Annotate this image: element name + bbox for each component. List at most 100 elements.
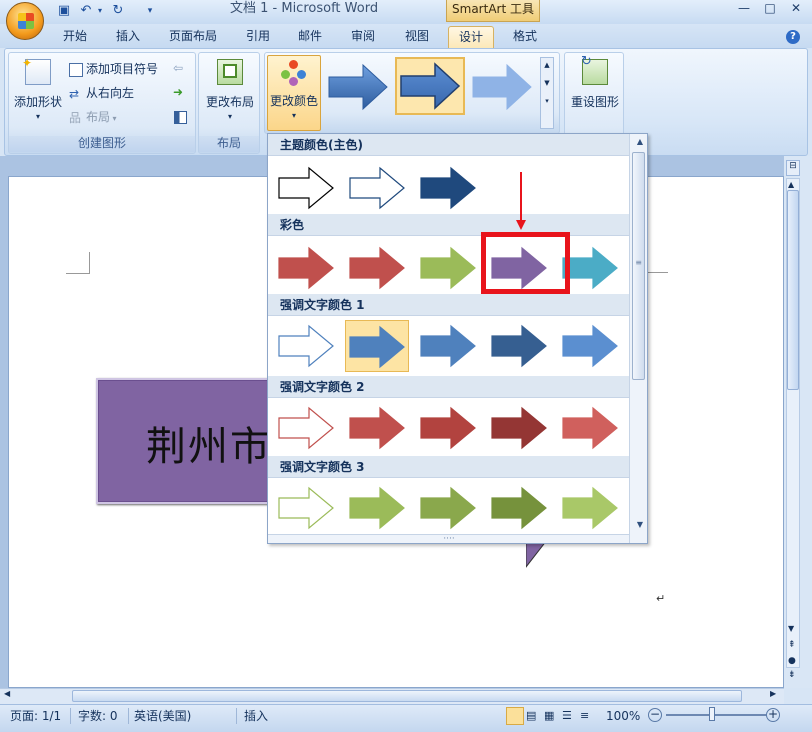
zoom-out-icon[interactable]: − [648,708,662,722]
arrow-icon [562,406,618,450]
status-language[interactable]: 英语(美国) [134,708,191,724]
scroll-up-icon[interactable]: ▲ [788,180,794,189]
promote-icon[interactable]: ⇦ [173,61,187,75]
tab-page-layout[interactable]: 页面布局 [162,26,224,48]
change-layout-button[interactable]: 更改布局 ▾ [201,59,259,121]
color-option-arrow[interactable] [274,402,338,454]
chevron-down-icon: ▾ [227,112,232,121]
more-styles-icon[interactable]: ▾ [541,97,553,105]
change-layout-label: 更改布局 [205,95,254,109]
right-to-left-label: 从右向左 [86,86,135,100]
layout-dropdown-button[interactable]: 品布局 ▾ [69,107,117,127]
change-colors-button[interactable]: 更改颜色 ▾ [267,55,321,131]
style-thumbnail-1[interactable] [325,59,393,115]
full-screen-reading-icon[interactable]: ▤ [526,709,536,722]
next-page-icon[interactable]: ⇟ [788,670,796,680]
color-option-arrow[interactable] [558,402,622,454]
text-pane-icon[interactable] [174,111,187,124]
color-option-arrow[interactable] [416,482,480,534]
smartart-text[interactable]: 荆州市 [146,414,272,472]
scroll-left-icon[interactable]: ◀ [4,689,10,698]
draft-view-icon[interactable]: ≡ [580,709,589,722]
right-to-left-button[interactable]: ⇄ 从右向左 [69,83,134,103]
color-option-arrow[interactable] [274,162,338,214]
chevron-down-icon[interactable]: ▼ [541,79,553,87]
previous-page-icon[interactable]: ⇞ [788,640,796,650]
color-option-arrow[interactable] [345,242,409,294]
web-layout-icon[interactable]: ▦ [544,709,554,722]
reset-graphic-button[interactable]: ↻ 重设图形 [567,54,623,110]
scroll-down-icon[interactable]: ▼ [788,624,794,633]
select-browse-object-icon[interactable]: ● [788,656,796,666]
color-option-arrow[interactable] [558,320,622,372]
chevron-down-icon: ▾ [110,114,117,123]
print-layout-view-icon[interactable] [506,707,524,725]
tab-insert[interactable]: 插入 [110,26,146,48]
ruler-toggle-icon[interactable]: ⊟ [786,160,800,176]
demote-icon[interactable]: ➜ [173,85,187,99]
color-option-arrow[interactable] [345,320,409,372]
close-button[interactable]: ✕ [784,0,808,18]
tab-home[interactable]: 开始 [56,26,94,48]
zoom-slider-thumb[interactable] [709,707,715,721]
color-option-arrow[interactable] [416,162,480,214]
zoom-level[interactable]: 100% [606,708,640,724]
swap-arrows-icon: ⇄ [69,86,80,101]
color-option-arrow[interactable] [274,482,338,534]
tab-design[interactable]: 设计 [448,26,494,48]
style-thumbnail-2-selected[interactable] [395,57,465,115]
outline-view-icon[interactable]: ☰ [562,709,572,722]
color-option-arrow[interactable] [345,162,409,214]
styles-scroll[interactable]: ▲ ▼ ▾ [540,57,554,129]
maximize-button[interactable]: □ [758,0,782,18]
section-header-accent-3: 强调文字颜色 3 [268,456,630,478]
zoom-slider-track[interactable] [666,714,766,716]
add-bullet-button[interactable]: 添加项目符号 [69,59,158,79]
color-option-arrow[interactable] [274,242,338,294]
gallery-scroll-up-icon[interactable]: ▲ [637,137,643,146]
redo-icon[interactable]: ↻ [110,3,126,19]
color-option-arrow[interactable] [487,402,551,454]
tab-view[interactable]: 视图 [398,26,436,48]
office-button[interactable] [6,2,44,40]
color-option-arrow[interactable] [558,482,622,534]
color-option-arrow[interactable] [416,402,480,454]
color-option-arrow[interactable] [487,482,551,534]
gallery-resize-grip[interactable]: ···· [268,534,630,543]
arrow-icon [420,166,476,210]
minimize-button[interactable]: — [732,0,756,18]
tab-review[interactable]: 审阅 [344,26,382,48]
annotation-highlight-box [481,232,570,294]
style-thumbnail-3[interactable] [469,59,537,115]
layout-group: 更改布局 ▾ 布局 [198,52,260,154]
customize-qat-icon[interactable]: ▾ [142,3,158,19]
undo-dropdown-icon[interactable]: ▾ [92,3,108,19]
color-option-arrow[interactable] [487,320,551,372]
status-page[interactable]: 页面: 1/1 [10,708,61,724]
chevron-up-icon[interactable]: ▲ [541,61,553,69]
color-option-arrow[interactable] [274,320,338,372]
zoom-in-icon[interactable]: + [766,708,780,722]
create-graphic-group: ✦ 添加形状 ▾ 添加项目符号 ⇄ 从右向左 品布局 ▾ ⇦ ➜ 创建图形 [8,52,196,154]
color-option-arrow[interactable] [416,242,480,294]
vertical-scroll-thumb[interactable] [787,190,799,390]
add-shape-button[interactable]: ✦ 添加形状 ▾ [11,56,65,121]
help-icon[interactable]: ? [786,30,800,44]
scroll-right-icon[interactable]: ▶ [770,689,776,698]
horizontal-scroll-thumb[interactable] [72,690,742,702]
bullet-list-icon [69,62,83,77]
arrow-icon [349,486,405,530]
tab-mailings[interactable]: 邮件 [292,26,328,48]
status-word-count[interactable]: 字数: 0 [78,708,118,724]
tab-references[interactable]: 引用 [240,26,276,48]
color-option-arrow[interactable] [416,320,480,372]
arrow-icon [420,406,476,450]
smartart-shape-box[interactable]: 荆州市 [96,378,282,504]
gallery-scroll-down-icon[interactable]: ▼ [637,520,643,529]
tab-format[interactable]: 格式 [504,26,546,48]
save-icon[interactable]: ▣ [56,3,72,19]
color-option-arrow[interactable] [345,482,409,534]
smartart-arrow-tip[interactable] [525,539,549,569]
color-option-arrow[interactable] [345,402,409,454]
status-insert-mode[interactable]: 插入 [244,708,268,724]
